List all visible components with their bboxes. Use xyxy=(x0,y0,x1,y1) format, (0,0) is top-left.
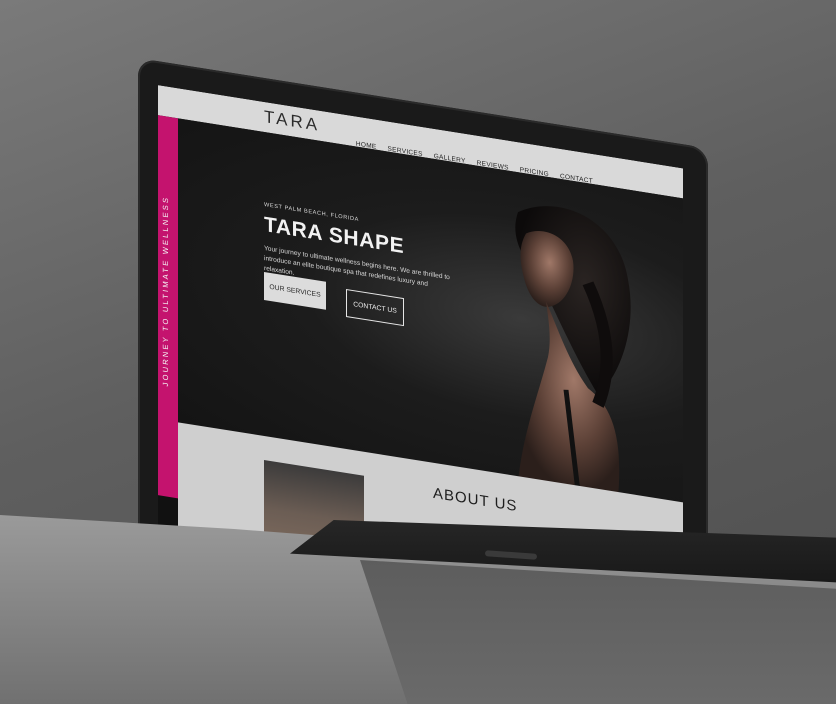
hero-portrait-image xyxy=(515,206,631,499)
mockup-scene: TARA HOME SERVICES GALLERY REVIEWS PRICI… xyxy=(0,0,836,704)
side-banner: JOURNEY TO ULTIMATE WELLNESS xyxy=(158,115,178,499)
site-logo[interactable]: TARA xyxy=(264,107,320,136)
about-title: ABOUT US xyxy=(433,484,518,516)
side-banner-text: JOURNEY TO ULTIMATE WELLNESS xyxy=(161,195,170,388)
